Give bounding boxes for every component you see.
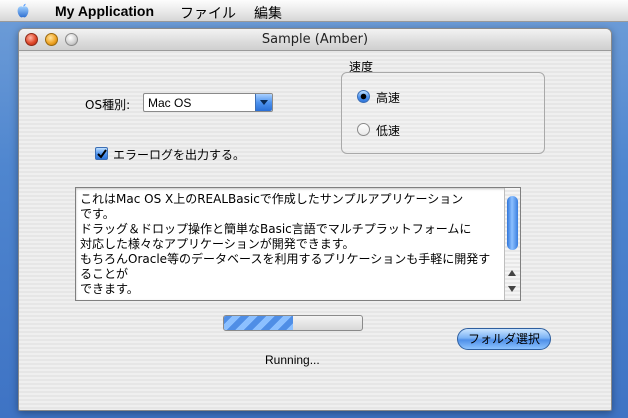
radio-slow[interactable] — [357, 123, 370, 136]
status-text: Running... — [265, 353, 320, 367]
progress-bar — [223, 315, 363, 331]
apple-icon[interactable] — [14, 2, 32, 20]
os-type-select-value: Mac OS — [148, 96, 192, 110]
popup-arrow-icon[interactable] — [255, 94, 272, 111]
speed-group-box — [341, 72, 545, 154]
scroll-up-arrow-icon[interactable] — [508, 270, 516, 276]
error-log-label[interactable]: エラーログを出力する。 — [113, 146, 245, 163]
menu-bar: My Application ファイル 編集 — [0, 0, 628, 22]
vertical-scrollbar[interactable] — [504, 188, 520, 300]
app-menu[interactable]: My Application — [55, 3, 154, 19]
checkmark-icon — [97, 149, 107, 159]
progress-fill — [224, 316, 293, 330]
radio-slow-label[interactable]: 低速 — [376, 122, 400, 139]
chevron-down-icon — [260, 100, 268, 105]
os-type-label: OS種別: — [85, 98, 131, 112]
radio-fast-label[interactable]: 高速 — [376, 89, 400, 106]
window-title: Sample (Amber) — [261, 32, 369, 47]
menu-edit[interactable]: 編集 — [254, 3, 282, 23]
os-type-select[interactable]: Mac OS — [143, 93, 273, 112]
menu-file[interactable]: ファイル — [180, 3, 236, 23]
select-folder-button[interactable]: フォルダ選択 — [457, 328, 551, 350]
scroll-down-arrow-icon[interactable] — [508, 286, 516, 292]
error-log-checkbox[interactable] — [95, 147, 108, 160]
title-bar[interactable]: Sample (Amber) — [19, 29, 611, 51]
description-textarea[interactable]: これはMac OS X上のREALBasicで作成したサンプルアプリケーション … — [75, 187, 521, 301]
description-text: これはMac OS X上のREALBasicで作成したサンプルアプリケーション … — [80, 192, 491, 296]
scroll-thumb[interactable] — [507, 196, 518, 250]
radio-fast[interactable] — [357, 90, 370, 103]
main-window: Sample (Amber) OS種別: Mac OS エラーログを出力する。 … — [18, 28, 612, 411]
